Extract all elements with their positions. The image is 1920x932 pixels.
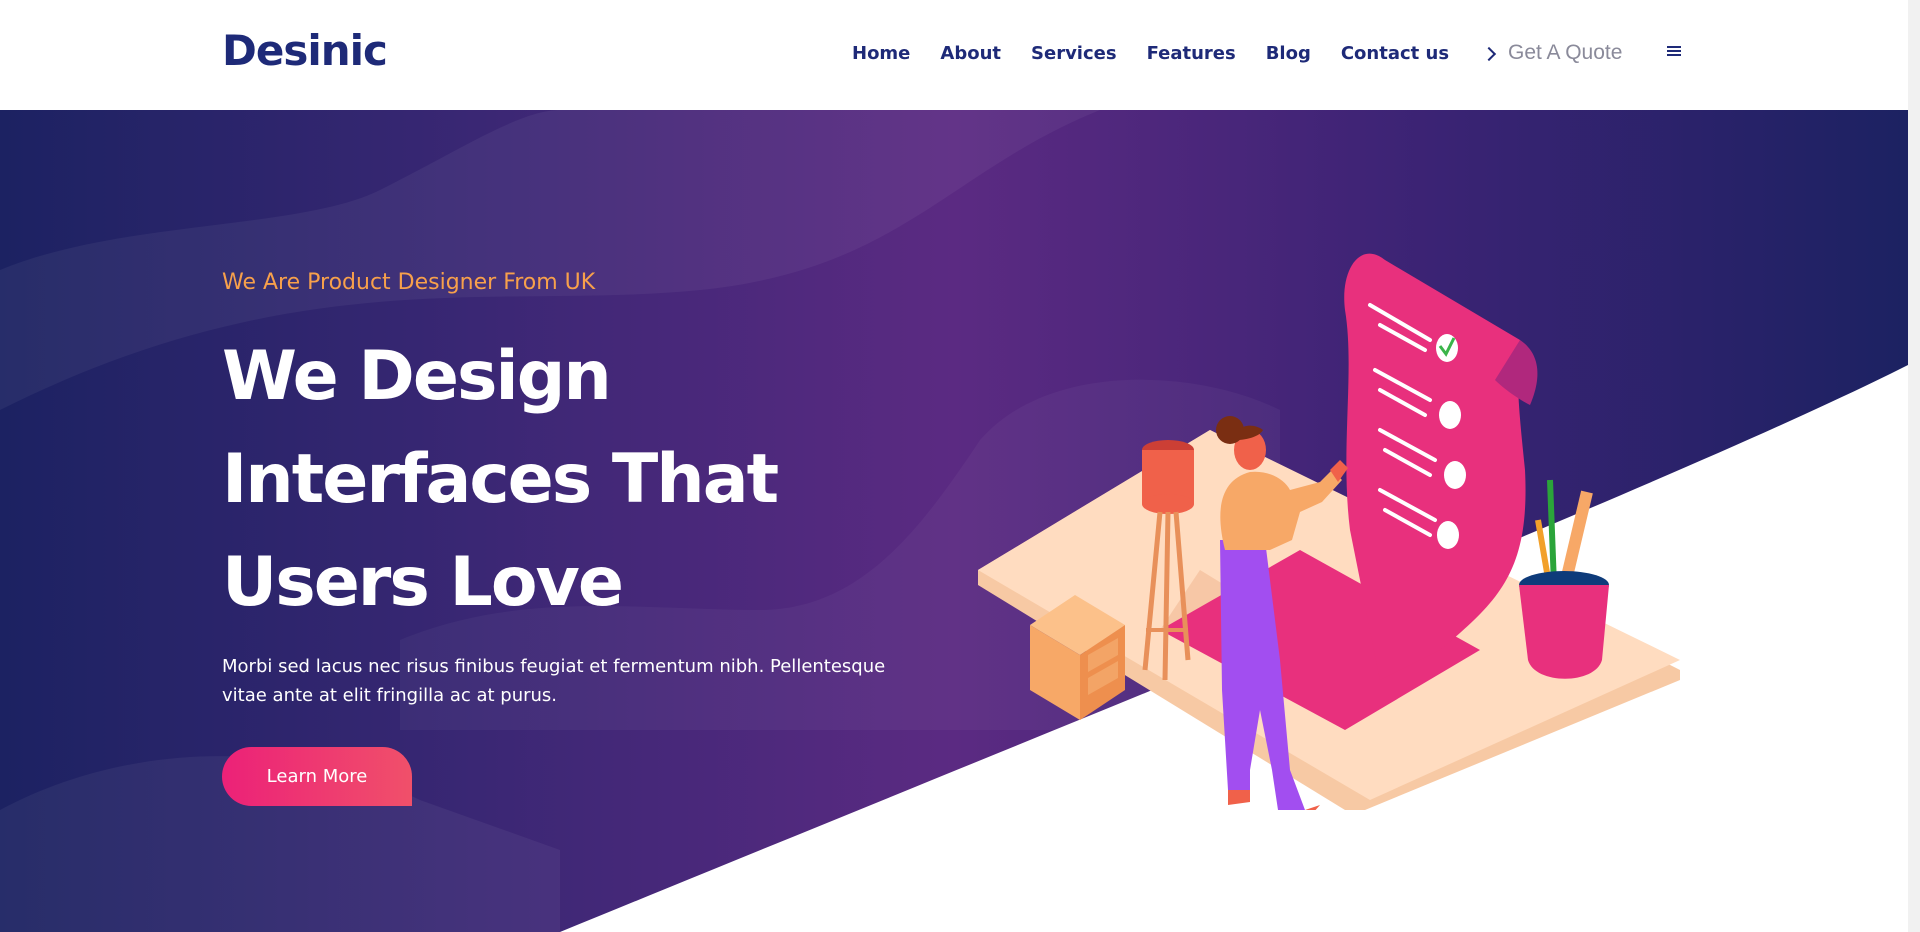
nav-home[interactable]: Home [852, 43, 910, 64]
nav-blog[interactable]: Blog [1266, 43, 1311, 64]
hero-headline: We Design Interfaces That Users Love [222, 325, 922, 634]
nav-services[interactable]: Services [1031, 43, 1117, 64]
page-scrollbar[interactable] [1908, 0, 1920, 932]
hero-subtitle: We Are Product Designer From UK [222, 270, 596, 295]
nav-features[interactable]: Features [1147, 43, 1236, 64]
nav-about[interactable]: About [940, 43, 1001, 64]
hero-description-line: Morbi sed lacus nec risus finibus feugia… [222, 656, 886, 677]
site-logo[interactable]: Desinic [222, 26, 388, 75]
hero-description: Morbi sed lacus nec risus finibus feugia… [222, 652, 922, 710]
get-a-quote-label: Get A Quote [1508, 41, 1623, 64]
hamburger-menu-icon[interactable] [1667, 46, 1681, 56]
get-a-quote-link[interactable]: Get A Quote [1481, 41, 1623, 65]
woman-checklist-illustration [978, 253, 1680, 810]
nav-contact-us[interactable]: Contact us [1341, 43, 1449, 64]
headline-line: We Design [222, 337, 612, 416]
headline-line: Interfaces That [222, 440, 779, 519]
site-header: Desinic Home About Services Features Blo… [0, 0, 1908, 110]
learn-more-button[interactable]: Learn More [222, 747, 412, 806]
hero-section: We Are Product Designer From UK We Desig… [0, 110, 1908, 932]
main-nav: Home About Services Features Blog Contac… [852, 43, 1449, 64]
pencil-cup [1519, 479, 1609, 679]
hero-description-line: vitae ante at elit fringilla ac at purus… [222, 685, 558, 706]
headline-line: Users Love [222, 543, 624, 622]
chevron-right-icon [1481, 46, 1497, 62]
